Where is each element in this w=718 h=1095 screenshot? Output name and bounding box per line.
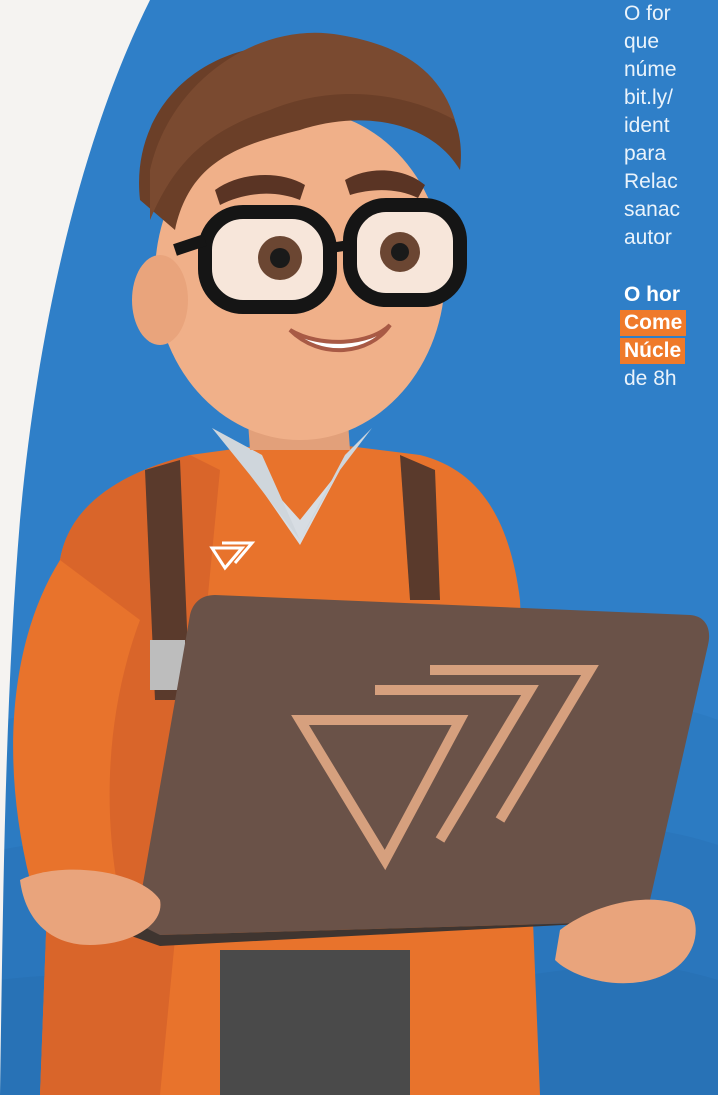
mascot-with-laptop-icon — [13, 32, 710, 1095]
page-canvas: O for que núme bit.ly/ ident para Relac … — [0, 0, 718, 1095]
